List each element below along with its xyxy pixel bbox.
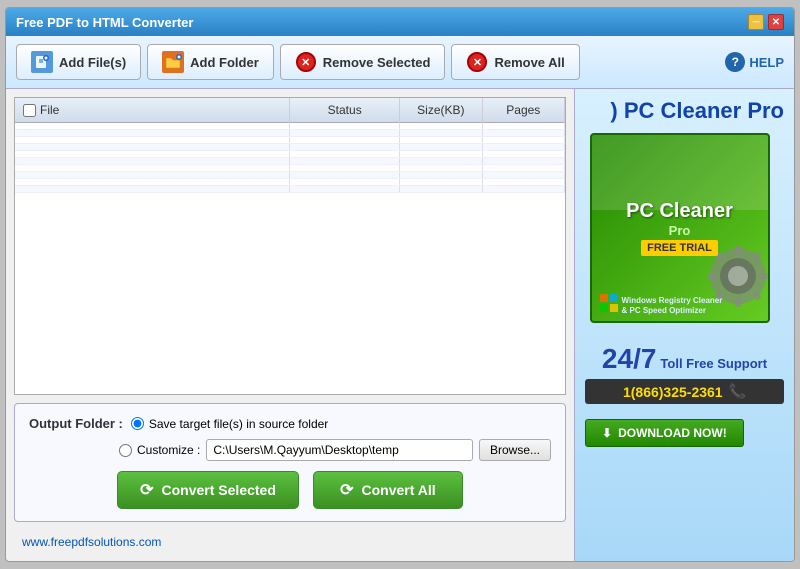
add-files-label: Add File(s)	[59, 55, 126, 70]
download-label: DOWNLOAD NOW!	[618, 426, 727, 440]
customize-row: Customize : Browse...	[29, 439, 551, 461]
source-folder-option[interactable]: Save target file(s) in source folder	[131, 417, 328, 431]
col-header-size: Size(KB)	[400, 98, 482, 123]
ad-title: ) PC Cleaner Pro	[585, 99, 784, 123]
phone-number: 1(866)325-2361	[623, 384, 723, 400]
table-row	[15, 151, 565, 158]
bottom-panel: Output Folder : Save target file(s) in s…	[14, 403, 566, 522]
browse-button[interactable]: Browse...	[479, 439, 551, 461]
windows-logo	[600, 294, 618, 315]
add-files-button[interactable]: Add File(s)	[16, 44, 141, 80]
product-box: PC Cleaner Pro FREE TRIAL	[590, 133, 780, 333]
close-button[interactable]: ✕	[768, 14, 784, 30]
support-247: 24/7	[602, 343, 657, 375]
phone-icon: 📞	[729, 383, 746, 400]
output-label: Output Folder :	[29, 416, 123, 431]
box-tagline: Windows Registry Cleaner& PC Speed Optim…	[622, 296, 723, 315]
table-row	[15, 186, 565, 193]
customize-radio[interactable]	[119, 444, 132, 457]
table-row	[15, 137, 565, 144]
convert-selected-icon: ⟳	[140, 480, 153, 500]
product-pro: Pro	[669, 223, 691, 238]
table-row	[15, 172, 565, 179]
table-row	[15, 144, 565, 151]
add-folder-button[interactable]: Add Folder	[147, 44, 274, 80]
help-label: HELP	[749, 55, 784, 70]
remove-all-button[interactable]: ✕ Remove All	[451, 44, 579, 80]
table-row	[15, 123, 565, 130]
col-header-pages: Pages	[482, 98, 564, 123]
table-row	[15, 158, 565, 165]
main-content: File Status Size(KB) Pages	[6, 89, 794, 561]
free-trial-badge: FREE TRIAL	[641, 240, 718, 256]
help-button[interactable]: ? HELP	[725, 52, 784, 72]
output-folder-row: Output Folder : Save target file(s) in s…	[29, 416, 551, 431]
customize-option[interactable]: Customize :	[119, 443, 200, 457]
convert-row: ⟳ Convert Selected ⟳ Convert All	[29, 471, 551, 509]
add-folder-label: Add Folder	[190, 55, 259, 70]
source-folder-label: Save target file(s) in source folder	[149, 417, 328, 431]
download-now-button[interactable]: ⬇ DOWNLOAD NOW!	[585, 419, 744, 447]
title-controls: ─ ✕	[748, 14, 784, 30]
col-header-file: File	[15, 98, 290, 123]
col-header-status: Status	[290, 98, 400, 123]
box-visual: PC Cleaner Pro FREE TRIAL	[590, 133, 770, 323]
table-body	[15, 123, 565, 193]
add-files-icon	[31, 51, 53, 73]
minimize-button[interactable]: ─	[748, 14, 764, 30]
file-table: File Status Size(KB) Pages	[15, 98, 565, 193]
remove-selected-button[interactable]: ✕ Remove Selected	[280, 44, 446, 80]
remove-all-label: Remove All	[494, 55, 564, 70]
table-row	[15, 165, 565, 172]
convert-all-label: Convert All	[362, 482, 436, 498]
remove-selected-icon: ✕	[295, 51, 317, 73]
add-folder-icon	[162, 51, 184, 73]
convert-selected-label: Convert Selected	[162, 482, 276, 498]
remove-all-icon: ✕	[466, 51, 488, 73]
product-name: PC Cleaner	[626, 200, 733, 223]
table-row	[15, 130, 565, 137]
remove-selected-label: Remove Selected	[323, 55, 431, 70]
download-icon: ⬇	[602, 426, 612, 440]
convert-all-button[interactable]: ⟳ Convert All	[313, 471, 463, 509]
toolbar: Add File(s) Add Folder ✕ Remove Selected…	[6, 36, 794, 89]
convert-all-icon: ⟳	[340, 480, 353, 500]
support-text: Toll Free Support	[660, 356, 767, 371]
table-row	[15, 179, 565, 186]
title-bar: Free PDF to HTML Converter ─ ✕	[6, 8, 794, 36]
window-title: Free PDF to HTML Converter	[16, 15, 193, 30]
customize-path-input[interactable]	[206, 439, 473, 461]
website-link[interactable]: www.freepdfsolutions.com	[22, 535, 161, 549]
left-panel: File Status Size(KB) Pages	[6, 89, 574, 561]
footer-link-row: www.freepdfsolutions.com	[14, 530, 566, 553]
support-section: 24/7 Toll Free Support 1(866)325-2361 📞 …	[585, 343, 784, 447]
source-folder-radio[interactable]	[131, 417, 144, 430]
convert-selected-button[interactable]: ⟳ Convert Selected	[117, 471, 299, 509]
select-all-checkbox[interactable]	[23, 104, 36, 117]
main-window: Free PDF to HTML Converter ─ ✕ Add File(…	[5, 7, 795, 562]
customize-label: Customize :	[137, 443, 200, 457]
right-panel-ad: ) PC Cleaner Pro PC Cleaner Pro FREE TRI…	[574, 89, 794, 561]
help-icon: ?	[725, 52, 745, 72]
file-table-container: File Status Size(KB) Pages	[14, 97, 566, 395]
phone-bar: 1(866)325-2361 📞	[585, 379, 784, 404]
table-header-row: File Status Size(KB) Pages	[15, 98, 565, 123]
